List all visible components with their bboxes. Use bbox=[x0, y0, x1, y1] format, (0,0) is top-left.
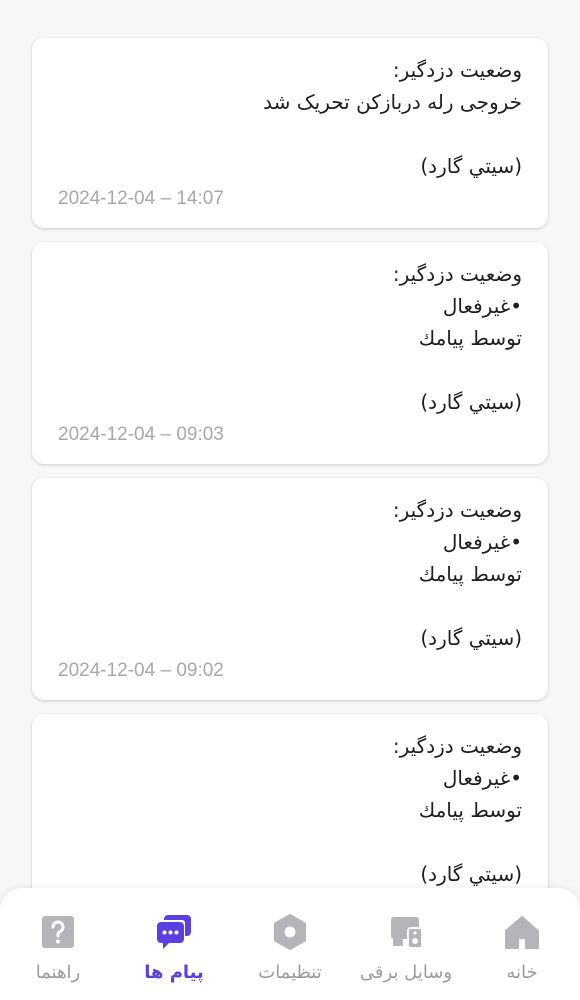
message-card[interactable]: وضعیت دزدگیر: •غیرفعال توسط پیامك (سيتي … bbox=[32, 478, 548, 700]
home-icon bbox=[505, 916, 539, 949]
nav-label: خانه bbox=[506, 962, 538, 983]
nav-label: وسایل برقی bbox=[359, 962, 453, 983]
message-text: وضعیت دزدگیر: خروجی رله دربازکن تحریک شد… bbox=[263, 58, 522, 178]
nav-item-settings[interactable]: تنظیمات bbox=[235, 912, 345, 983]
bottom-navigation: خانه وسایل برقی تنظیمات پیام ها راهنما bbox=[0, 888, 580, 1000]
message-card[interactable]: وضعیت دزدگیر: •غیرفعال توسط پیامك (سيتي … bbox=[32, 242, 548, 464]
nav-item-home[interactable]: خانه bbox=[467, 912, 577, 983]
message-timestamp: 2024-12-04 – 09:03 bbox=[58, 424, 224, 445]
message-text: وضعیت دزدگیر: •غیرفعال توسط پیامك (سيتي … bbox=[392, 734, 522, 886]
nav-label: راهنما bbox=[35, 962, 81, 983]
message-timestamp: 2024-12-04 – 09:02 bbox=[58, 660, 224, 681]
help-icon bbox=[42, 916, 74, 948]
nav-item-messages[interactable]: پیام ها bbox=[119, 912, 229, 983]
message-card[interactable]: وضعیت دزدگیر: خروجی رله دربازکن تحریک شد… bbox=[32, 38, 548, 228]
message-text: وضعیت دزدگیر: •غیرفعال توسط پیامك (سيتي … bbox=[392, 498, 522, 650]
nav-item-devices[interactable]: وسایل برقی bbox=[351, 912, 461, 983]
nav-label: پیام ها bbox=[144, 962, 204, 983]
nav-label: تنظیمات bbox=[258, 962, 322, 983]
message-timestamp: 2024-12-04 – 14:07 bbox=[58, 188, 224, 209]
message-text: وضعیت دزدگیر: •غیرفعال توسط پیامك (سيتي … bbox=[392, 262, 522, 414]
message-list: وضعیت دزدگیر: خروجی رله دربازکن تحریک شد… bbox=[32, 38, 548, 950]
devices-icon bbox=[391, 917, 423, 949]
nav-item-help[interactable]: راهنما bbox=[3, 912, 113, 983]
messages-icon bbox=[157, 915, 191, 949]
settings-icon bbox=[274, 914, 306, 950]
